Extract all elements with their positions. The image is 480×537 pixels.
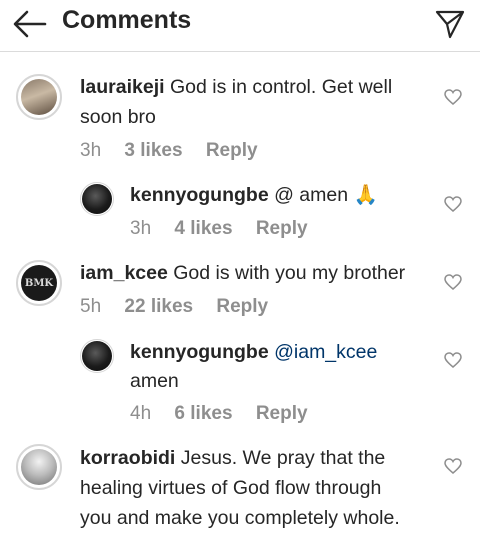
- comment-username[interactable]: korraobidi: [80, 447, 175, 469]
- back-arrow-icon: [13, 10, 47, 38]
- heart-icon[interactable]: [444, 196, 462, 212]
- share-button[interactable]: [434, 8, 466, 40]
- comment-username[interactable]: kennyogungbe: [130, 184, 269, 206]
- comment-text: amen: [130, 370, 179, 392]
- heart-icon[interactable]: [444, 89, 462, 105]
- avatar-logo-text: BMK: [24, 277, 54, 289]
- comment-text-line-3: you and make you completely whole.: [80, 507, 400, 529]
- back-button[interactable]: [12, 8, 48, 40]
- comment-text: God is in control. Get well: [169, 76, 393, 98]
- mention-link[interactable]: @iam_kcee: [274, 341, 377, 363]
- send-icon: [435, 10, 465, 39]
- avatar[interactable]: [16, 444, 62, 490]
- heart-icon[interactable]: [444, 352, 462, 368]
- comment-meta: 5h 22 likes Reply: [80, 296, 286, 318]
- page-title: Comments: [62, 6, 192, 34]
- reply-button[interactable]: Reply: [256, 403, 308, 424]
- heart-icon[interactable]: [444, 274, 462, 290]
- comment-meta: 3h 4 likes Reply: [130, 218, 326, 240]
- comment-time: 3h: [130, 218, 152, 239]
- comment-username[interactable]: kennyogungbe: [130, 341, 269, 363]
- avatar[interactable]: [80, 182, 114, 216]
- avatar[interactable]: BMK: [16, 260, 62, 306]
- reply-button[interactable]: Reply: [256, 218, 308, 239]
- comment-text-line-2: soon bro: [80, 106, 156, 128]
- comment-text: Jesus. We pray that the: [180, 447, 386, 469]
- comment-text: God is with you my brother: [173, 262, 406, 284]
- reply-button[interactable]: Reply: [206, 140, 258, 161]
- comment-likes[interactable]: 22 likes: [124, 296, 193, 317]
- reply-button[interactable]: Reply: [216, 296, 268, 317]
- comment-username[interactable]: lauraikeji: [80, 76, 165, 98]
- comment-meta: 4h 6 likes Reply: [130, 403, 326, 425]
- comment-time: 3h: [80, 140, 102, 161]
- comment-time: 4h: [130, 403, 152, 424]
- comment-time: 5h: [80, 296, 102, 317]
- heart-icon[interactable]: [444, 458, 462, 474]
- comment-username[interactable]: iam_kcee: [80, 262, 168, 284]
- comment-likes[interactable]: 4 likes: [174, 218, 232, 239]
- comment-text-line-2: healing virtues of God flow through: [80, 477, 382, 499]
- comment-likes[interactable]: 3 likes: [124, 140, 182, 161]
- comment-likes[interactable]: 6 likes: [174, 403, 232, 424]
- comment-meta: 3h 3 likes Reply: [80, 140, 276, 162]
- avatar[interactable]: [16, 74, 62, 120]
- avatar[interactable]: [80, 339, 114, 373]
- comments-header: Comments: [0, 0, 480, 52]
- comment-text: @ amen 🙏: [274, 184, 378, 206]
